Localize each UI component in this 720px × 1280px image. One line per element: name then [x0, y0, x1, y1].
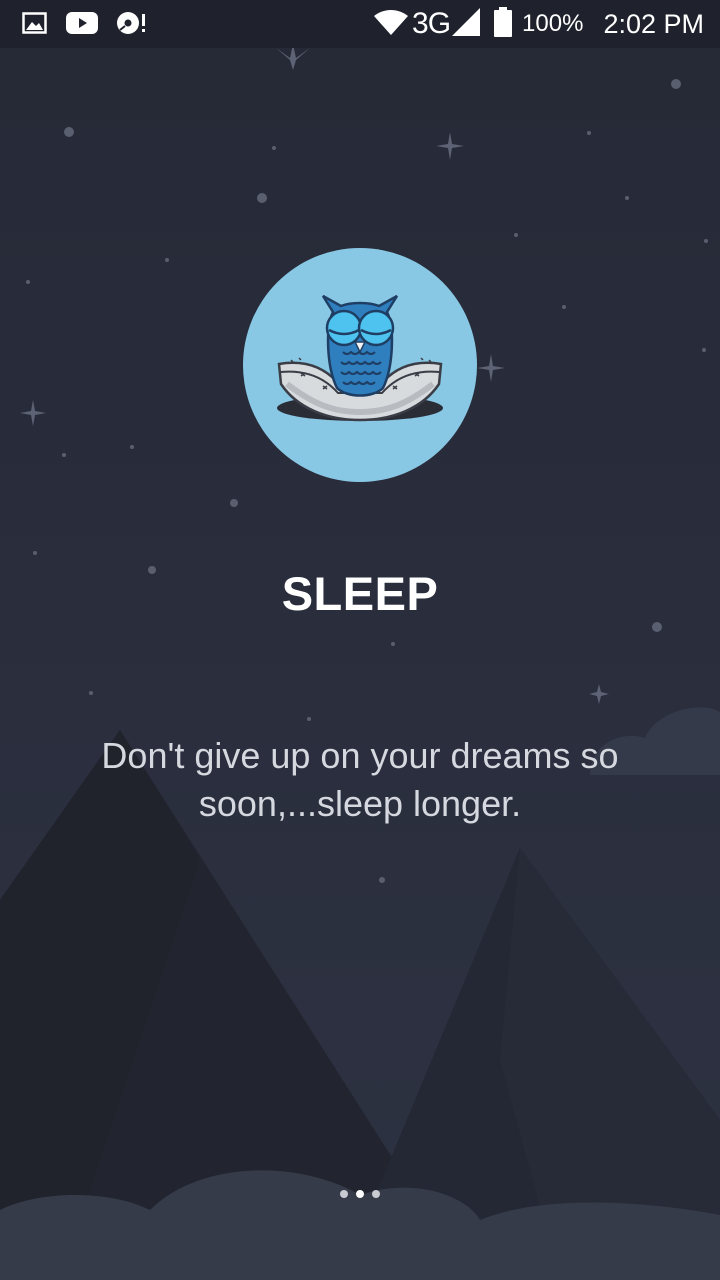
- disc-alert-icon: [116, 10, 146, 40]
- signal-icon: [452, 8, 481, 40]
- page-dot[interactable]: [340, 1190, 348, 1198]
- page-indicator[interactable]: [0, 1190, 720, 1198]
- page-dot-active[interactable]: [356, 1190, 364, 1198]
- youtube-icon: [66, 11, 98, 39]
- wifi-icon: [374, 9, 409, 39]
- system-status-icons: 3G 100% 2:02 PM: [374, 0, 704, 48]
- notification-icons: [22, 10, 146, 40]
- image-icon: [22, 11, 48, 39]
- status-clock: 2:02 PM: [603, 8, 704, 39]
- battery-percent: 100%: [522, 10, 584, 37]
- night-sky-background: [0, 44, 720, 1280]
- battery-icon: [494, 7, 513, 41]
- onboarding-title: SLEEP: [281, 567, 439, 620]
- status-bar: 3G 100% 2:02 PM: [0, 0, 720, 48]
- network-type: 3G: [412, 7, 451, 40]
- sleep-illustration: [243, 248, 477, 482]
- onboarding-screen[interactable]: 3G 100% 2:02 PM SLEEP Don't give up on y…: [0, 0, 720, 1280]
- page-dot[interactable]: [372, 1190, 380, 1198]
- onboarding-subtitle: Don't give up on your dreams so soon,...…: [101, 735, 619, 824]
- sleeping-owl-icon: [277, 294, 443, 422]
